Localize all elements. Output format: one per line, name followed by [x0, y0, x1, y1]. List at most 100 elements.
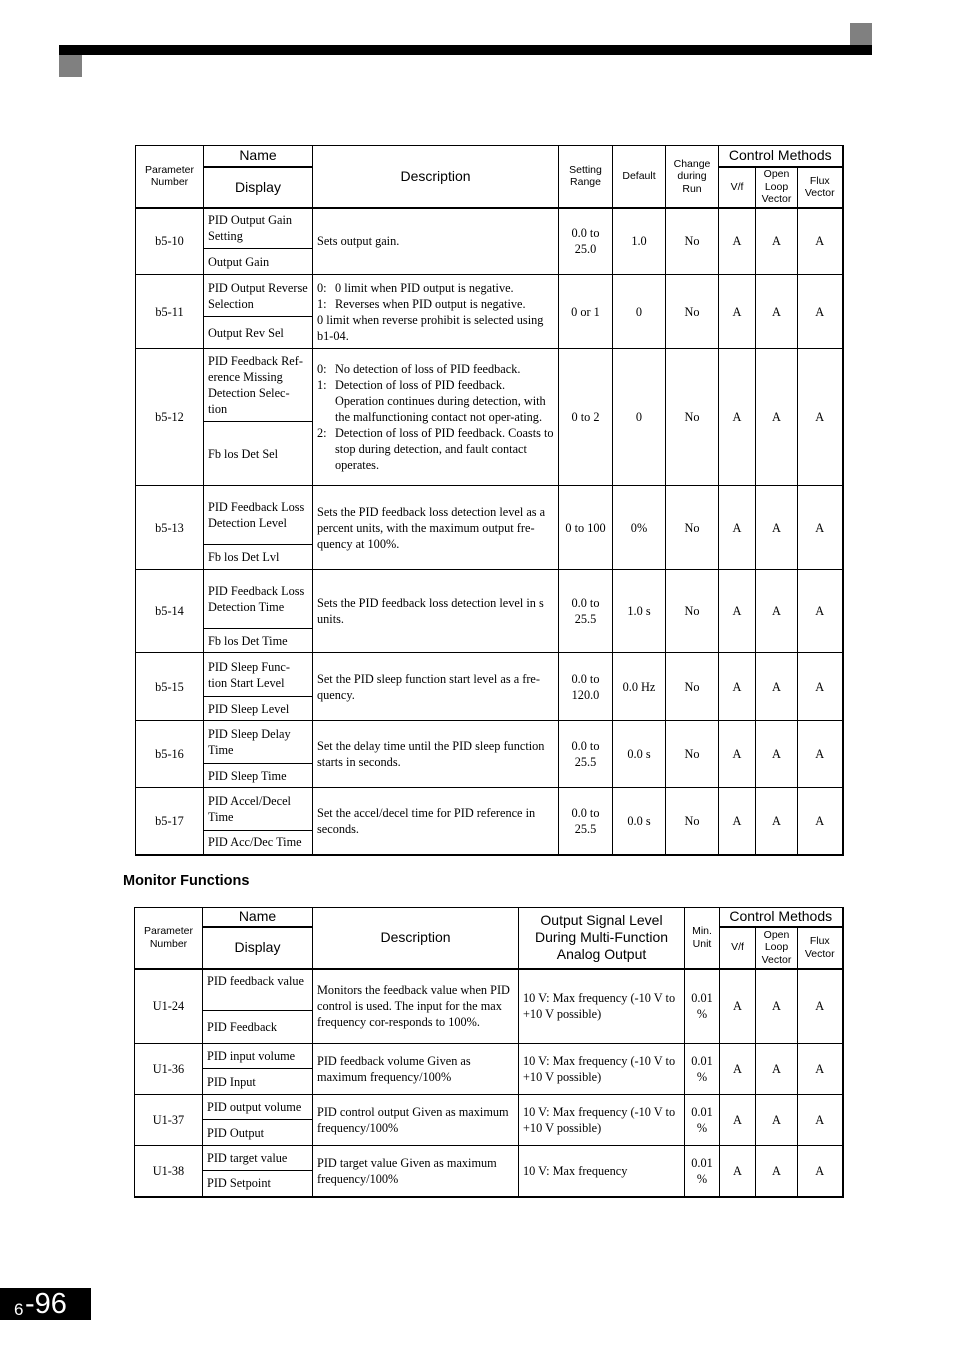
parameter-name: PID Sleep Func-tion Start Level	[203, 652, 313, 697]
table-row: U1-38 PID target value PID target value Gi…	[134, 1145, 844, 1197]
setting-range: 0.0 to 25.5	[558, 787, 613, 855]
default-value: 0	[612, 348, 666, 486]
page-number-badge: 6 -96	[0, 1288, 91, 1320]
monitor-display: PID Feedback	[202, 1010, 313, 1044]
control-open-loop-vector: A	[755, 720, 798, 788]
table-row: U1-37 PID output volume PID control output…	[134, 1094, 844, 1146]
monitor-description: PID feedback volume Given as maximum fre…	[312, 1043, 519, 1095]
control-open-loop-vector: A	[755, 348, 798, 486]
setting-range: 0 to 2	[558, 348, 613, 486]
parameter-number: b5-10	[135, 207, 204, 275]
table-row: b5-15 PID Sleep Func-tion Start Level Set …	[135, 652, 844, 721]
table-row: b5-10 PID Output Gain Setting Sets output …	[135, 207, 844, 275]
parameter-display: Fb los Det Sel	[203, 421, 313, 486]
control-flux-vector: A	[797, 720, 844, 788]
setting-range: 0.0 to 25.0	[558, 207, 613, 275]
control-flux-vector: A	[797, 274, 844, 349]
monitor-number: U1-24	[134, 968, 203, 1044]
control-flux-vector: A	[797, 348, 844, 486]
control-vf: A	[718, 720, 756, 788]
chapter-number: 6	[14, 1300, 24, 1319]
control-open-loop-vector: A	[755, 1094, 798, 1146]
output-signal-level: 10 V: Max frequency (-10 V to +10 V poss…	[518, 968, 685, 1044]
parameter-display: Fb los Det Time	[203, 628, 313, 653]
parameter-description: Set the PID sleep function start level a…	[312, 652, 559, 721]
header-setting-range: Setting Range	[558, 145, 613, 209]
header-parameter-number: Parameter Number	[135, 145, 204, 209]
parameter-display: PID Acc/Dec Time	[203, 830, 313, 855]
monitor-name: PID target value	[202, 1145, 313, 1171]
header-tab-marker-right	[850, 23, 872, 45]
control-open-loop-vector: A	[755, 968, 798, 1044]
change-during-run: No	[665, 720, 719, 788]
table-row: U1-36 PID input volume PID feedback volume…	[134, 1043, 844, 1095]
control-flux-vector: A	[797, 1043, 844, 1095]
parameter-description: Sets the PID feedback loss detection lev…	[312, 485, 559, 570]
control-open-loop-vector: A	[755, 207, 798, 275]
option-text: No detection of loss of PID feedback.	[335, 362, 521, 376]
parameter-description: 0: 0 limit when PID output is negative. 1:…	[312, 274, 559, 349]
table-row: b5-12 PID Feedback Ref-erence Missing Det…	[135, 348, 844, 486]
monitor-display: PID Output	[202, 1119, 313, 1146]
monitor-display: PID Input	[202, 1068, 313, 1095]
min-unit: 0.01 %	[684, 1094, 720, 1146]
description-option: 1: Reverses when PID output is negative.	[317, 296, 554, 312]
parameter-name: PID Output Gain Setting	[203, 207, 313, 249]
parameter-number: b5-15	[135, 652, 204, 721]
option-text: 0 limit when PID output is negative.	[335, 280, 514, 295]
control-vf: A	[718, 652, 756, 721]
parameter-display: Fb los Det Lvl	[203, 544, 313, 570]
parameter-name: PID Feedback Ref-erence Missing Detectio…	[203, 348, 313, 422]
output-signal-level: 10 V: Max frequency	[518, 1145, 685, 1197]
parameter-number: b5-14	[135, 569, 204, 653]
section-title-monitor-functions: Monitor Functions	[123, 873, 250, 889]
default-value: 1.0	[612, 207, 666, 275]
parameter-description: Set the delay time until the PID sleep f…	[312, 720, 559, 788]
change-during-run: No	[665, 274, 719, 349]
description-option: 0: 0 limit when PID output is negative.	[317, 280, 554, 296]
monitor-number: U1-37	[134, 1094, 203, 1146]
parameter-name: PID Feedback Loss Detection Time	[203, 569, 313, 629]
table-row: b5-17 PID Accel/Decel Time Set the accel/d…	[135, 787, 844, 855]
description-option: 1: Detection of loss of PID feedback. Ope…	[317, 377, 554, 425]
monitor-number: U1-36	[134, 1043, 203, 1095]
control-vf: A	[718, 485, 756, 570]
output-signal-level: 10 V: Max frequency (-10 V to +10 V poss…	[518, 1094, 685, 1146]
description-line: Sets output gain.	[317, 234, 400, 249]
control-flux-vector: A	[797, 1145, 844, 1197]
parameter-number: b5-11	[135, 274, 204, 349]
monitor-name: PID input volume	[202, 1043, 313, 1069]
header-rule	[59, 45, 872, 55]
monitor-table: Parameter Number Name Description Output…	[134, 907, 844, 1198]
monitor-display: PID Setpoint	[202, 1170, 313, 1197]
control-vf: A	[719, 1145, 756, 1197]
description-line: Sets the PID feedback loss detection lev…	[317, 596, 544, 626]
header-flux-vector: Flux Vector	[797, 926, 844, 970]
header-name: Name	[202, 907, 313, 928]
description-line: Set the accel/decel time for PID referen…	[317, 805, 536, 836]
monitor-name: PID output volume	[202, 1094, 313, 1120]
parameter-number: b5-13	[135, 485, 204, 570]
change-during-run: No	[665, 652, 719, 721]
header-description: Description	[312, 907, 519, 970]
control-vf: A	[719, 1043, 756, 1095]
table-row: b5-16 PID Sleep Delay Time Set the delay t…	[135, 720, 844, 788]
description-line: 0 limit when reverse prohibit is selecte…	[317, 312, 544, 343]
table-row: b5-14 PID Feedback Loss Detection Time Set…	[135, 569, 844, 653]
control-flux-vector: A	[797, 569, 844, 653]
min-unit: 0.01 %	[684, 1145, 720, 1197]
header-open-loop-vector: Open Loop Vector	[755, 166, 798, 209]
header-open-loop-vector: Open Loop Vector	[755, 926, 798, 970]
control-flux-vector: A	[797, 652, 844, 721]
parameter-description: Sets output gain.	[312, 207, 559, 275]
default-value: 0.0 s	[612, 720, 666, 788]
header-display: Display	[202, 926, 313, 970]
description-line: Sets the PID feedback loss detection lev…	[317, 504, 546, 551]
header-vf: V/f	[718, 166, 756, 209]
default-value: 0	[612, 274, 666, 349]
change-during-run: No	[665, 348, 719, 486]
parameter-display: PID Sleep Level	[203, 696, 313, 721]
parameter-display: Output Rev Sel	[203, 316, 313, 349]
parameter-name: PID Feedback Loss Detection Level	[203, 485, 313, 545]
header-control-methods: Control Methods	[719, 907, 844, 928]
